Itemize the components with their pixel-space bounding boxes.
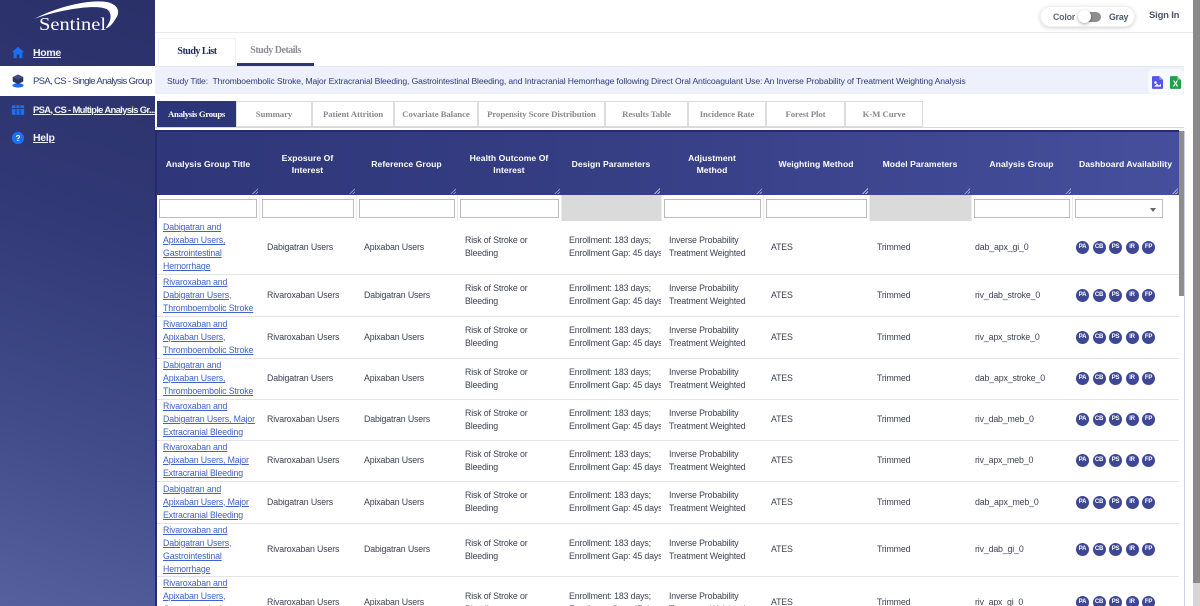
- svg-text:Sentinel: Sentinel: [39, 14, 106, 34]
- svg-text:?: ?: [15, 133, 20, 143]
- svg-text:X: X: [1173, 79, 1179, 88]
